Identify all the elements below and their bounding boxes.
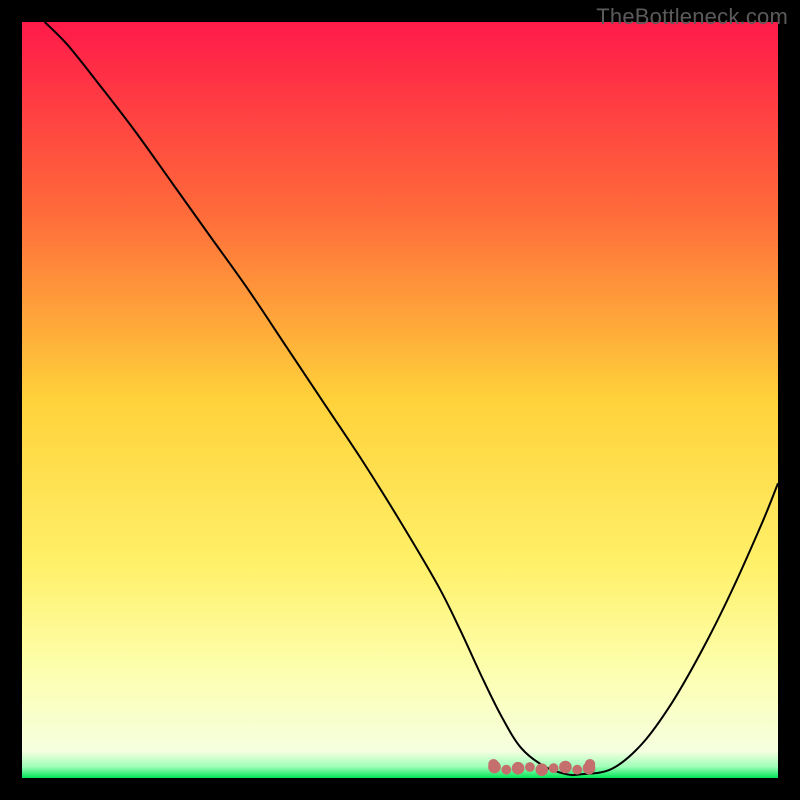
heatmap-background	[22, 22, 778, 778]
watermark-text: TheBottleneck.com	[596, 4, 788, 30]
bottleneck-chart	[22, 22, 778, 778]
chart-frame	[22, 22, 778, 778]
